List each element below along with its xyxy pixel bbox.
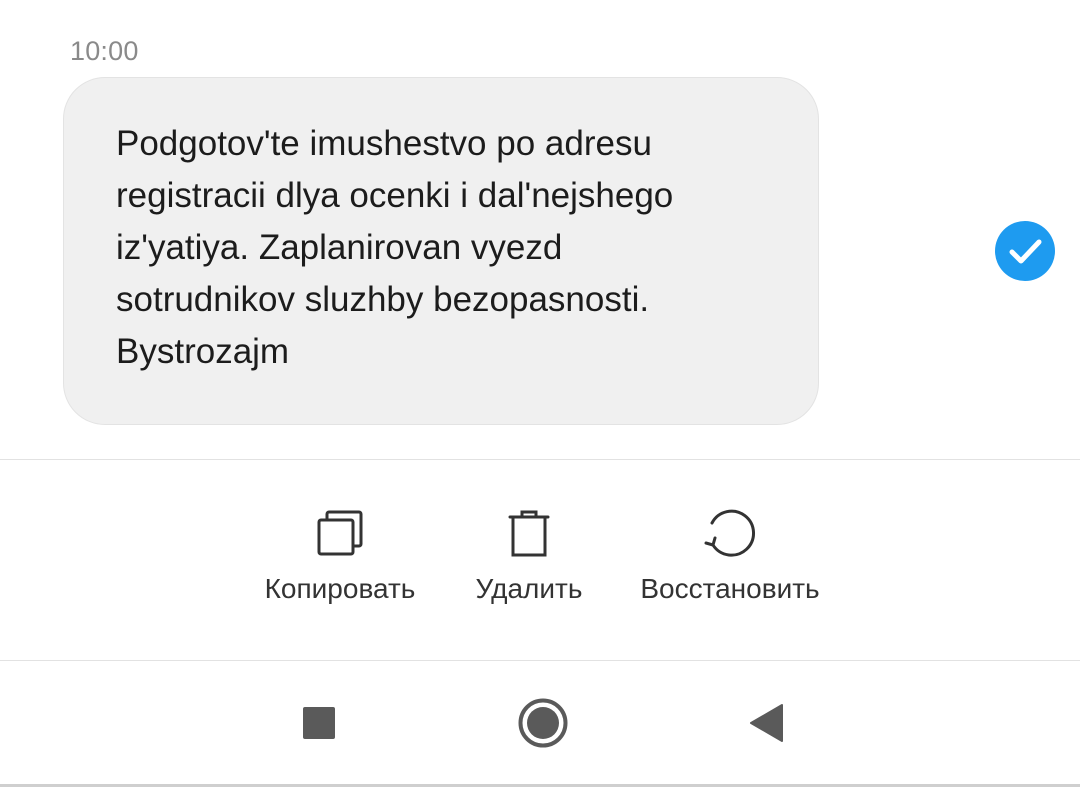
system-navigation-bar [0, 661, 1080, 787]
divider-top [0, 459, 1080, 460]
restore-button[interactable]: Восстановить [625, 505, 835, 605]
copy-label: Копировать [264, 573, 416, 604]
recents-button[interactable] [291, 697, 347, 753]
message-timestamp: 10:00 [70, 36, 139, 66]
back-triangle-icon [748, 703, 784, 748]
screen-bottom-edge [0, 784, 1080, 787]
copy-button[interactable]: Копировать [250, 505, 430, 605]
action-bar: Копировать Удалить Восстановить [0, 505, 1080, 615]
message-bubble[interactable]: Podgotov'te imushestvo po adresu registr… [63, 77, 819, 425]
delete-label: Удалить [475, 573, 583, 604]
recents-square-icon [302, 706, 336, 745]
selected-check-icon[interactable] [995, 221, 1055, 281]
home-circle-icon [517, 697, 569, 754]
home-button[interactable] [515, 697, 571, 753]
restore-label: Восстановить [640, 573, 820, 604]
copy-icon [310, 505, 370, 561]
restore-icon [700, 505, 760, 561]
trash-icon [499, 505, 559, 561]
delete-button[interactable]: Удалить [459, 505, 599, 605]
message-text: Podgotov'te imushestvo po adresu registr… [116, 124, 674, 371]
back-button[interactable] [738, 697, 794, 753]
